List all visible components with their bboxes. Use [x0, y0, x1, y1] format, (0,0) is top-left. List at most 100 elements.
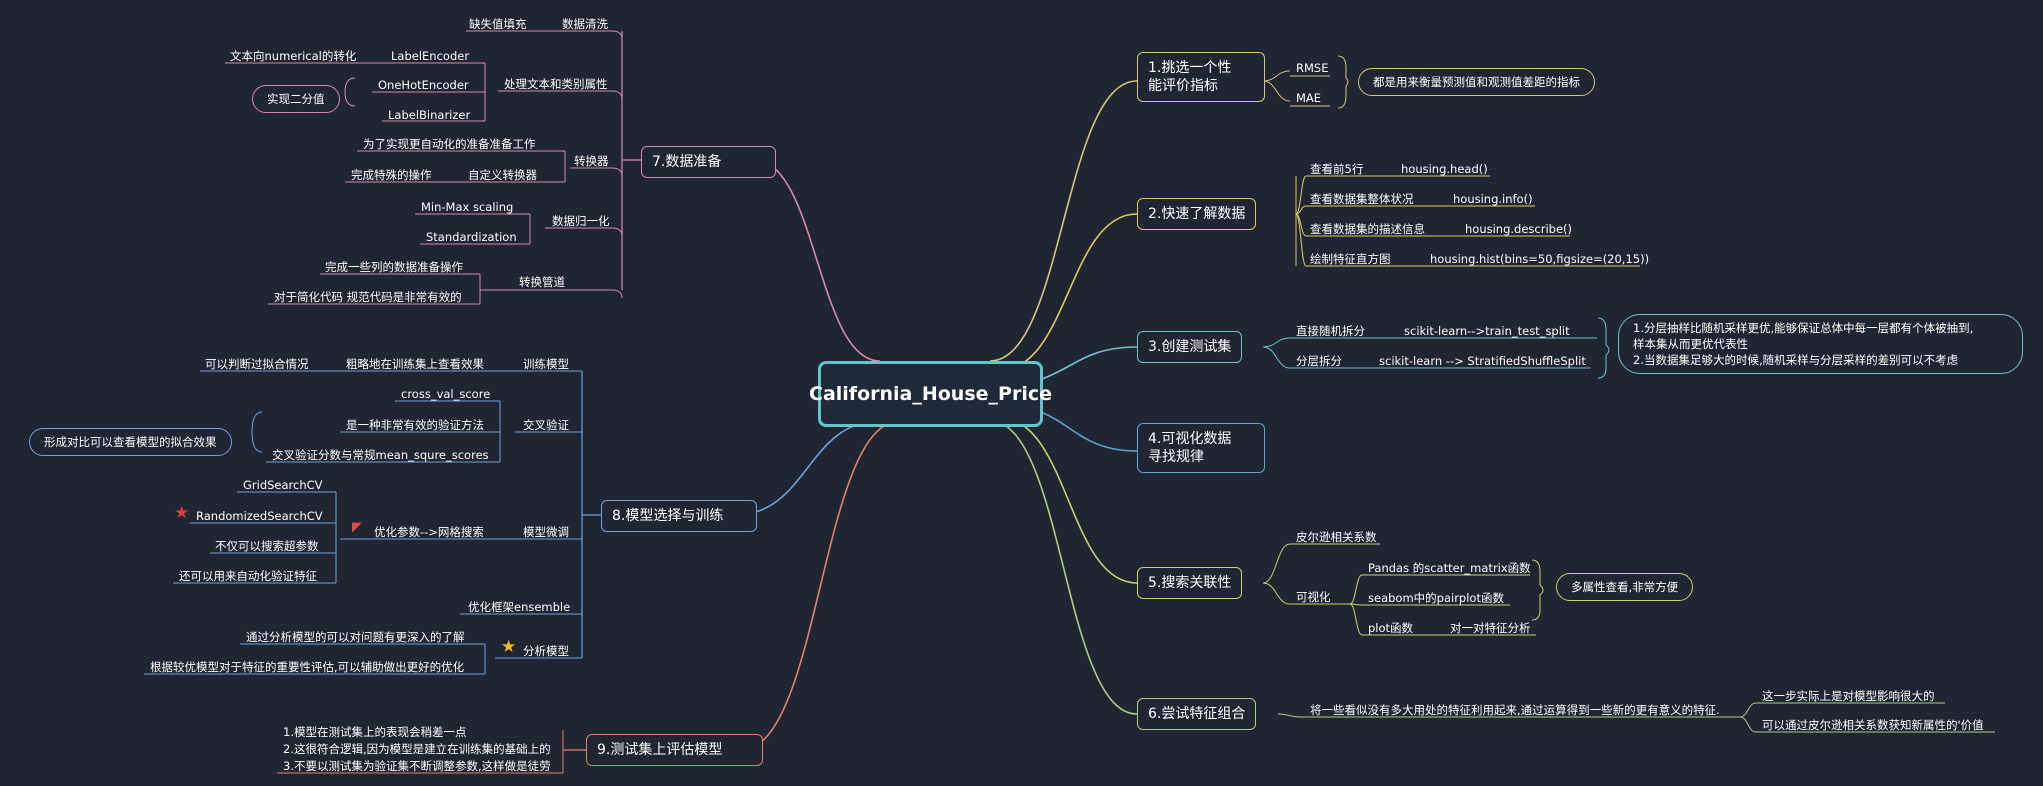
link: [1262, 80, 1291, 102]
group-pipeline[interactable]: 转换管道: [517, 274, 567, 290]
star-icon: ★: [501, 637, 517, 657]
item-plot-hist[interactable]: 绘制特征直方图: [1308, 251, 1393, 267]
item-plot-function[interactable]: plot函数: [1366, 620, 1415, 636]
topic-visualize-data[interactable]: 4.可视化数据 寻找规律: [1137, 423, 1265, 473]
item-effective-method[interactable]: 是一种非常有效的验证方法: [344, 417, 486, 433]
code-head[interactable]: housing.head(): [1399, 161, 1490, 177]
item-grid-search-cv[interactable]: GridSearchCV: [241, 477, 325, 493]
code-train-test-split[interactable]: scikit-learn-->train_test_split: [1402, 323, 1572, 339]
code-hist[interactable]: housing.hist(bins=50,figsize=(20,15)): [1428, 251, 1651, 267]
note-pearson-value[interactable]: 可以通过皮尔逊相关系数获知新属性的'价值: [1760, 717, 1986, 733]
link: [1295, 175, 1307, 215]
link: [1739, 702, 1757, 718]
item-hyperparam-search[interactable]: 不仅可以搜索超参数: [213, 538, 321, 554]
item-view-describe[interactable]: 查看数据集的描述信息: [1308, 221, 1427, 237]
item-rough-check[interactable]: 粗略地在训练集上查看效果: [344, 356, 486, 372]
item-pearson[interactable]: 皮尔逊相关系数: [1294, 529, 1379, 545]
item-custom-transformer[interactable]: 自定义转换器: [466, 167, 539, 183]
group-cross-validation[interactable]: 交叉验证: [521, 417, 571, 433]
item-visualize[interactable]: 可视化: [1294, 589, 1333, 605]
link: [1262, 70, 1291, 82]
note-multi-attribute[interactable]: 多属性查看,非常方便: [1556, 573, 1694, 601]
topic-data-preparation[interactable]: 7.数据准备: [641, 146, 776, 178]
item-missing-fill[interactable]: 缺失值填充: [467, 16, 529, 32]
item-pairplot[interactable]: seabom中的pairplot函数: [1366, 590, 1506, 606]
item-label-encoder[interactable]: LabelEncoder: [389, 48, 471, 64]
code-info[interactable]: housing.info(): [1451, 191, 1535, 207]
code-stratified[interactable]: scikit-learn --> StratifiedShuffleSplit: [1377, 353, 1588, 369]
item-min-max[interactable]: Min-Max scaling: [419, 199, 515, 215]
link: [1739, 716, 1757, 733]
flag-icon: ◤: [352, 520, 362, 535]
item-view-head[interactable]: 查看前5行: [1308, 161, 1365, 177]
group-transformer[interactable]: 转换器: [572, 153, 611, 169]
desc-label-encoder[interactable]: 文本向numerical的转化: [228, 48, 358, 64]
topic-create-test-set[interactable]: 3.创建测试集: [1137, 331, 1243, 363]
note-metric-description[interactable]: 都是用来衡量预测值和观测值差距的指标: [1358, 68, 1595, 96]
link: [1295, 213, 1307, 267]
item-stratified-split[interactable]: 分层拆分: [1294, 353, 1344, 369]
link-center-b6: [989, 420, 1138, 715]
item-label-binarizer[interactable]: LabelBinarizer: [386, 107, 472, 123]
note-binary-values[interactable]: 实现二分值: [252, 85, 340, 113]
item-pipeline-benefit[interactable]: 对于简化代码 规范代码是非常有效的: [272, 289, 464, 305]
link: [1262, 337, 1291, 348]
desc-custom-transformer[interactable]: 完成特殊的操作: [349, 167, 434, 183]
group-analyze-model[interactable]: 分析模型: [521, 643, 571, 659]
mindmap-canvas: California_House_Price 1.挑选一个性 能评价指标 RMS…: [0, 0, 2043, 786]
topic-test-evaluation[interactable]: 9.测试集上评估模型: [586, 734, 763, 766]
item-view-info[interactable]: 查看数据集整体状况: [1308, 191, 1416, 207]
group-train-model[interactable]: 训练模型: [521, 356, 571, 372]
link-center-b8: [734, 420, 881, 516]
item-pipeline-ops[interactable]: 完成一些列的数据准备操作: [323, 259, 465, 275]
item-test-note-2[interactable]: 2.这很符合逻辑,因为模型是建立在训练集的基础上的: [281, 741, 553, 757]
link: [1262, 346, 1291, 369]
item-cv-vs-mse[interactable]: 交叉验证分数与常规mean_squre_scores: [270, 447, 491, 463]
item-pair-analysis[interactable]: 对一对特征分析: [1448, 620, 1533, 636]
item-auto-prepare[interactable]: 为了实现更自动化的准备准备工作: [361, 136, 538, 152]
group-data-cleaning[interactable]: 数据清洗: [560, 16, 610, 32]
group-text-category[interactable]: 处理文本和类别属性: [502, 76, 610, 92]
item-cross-val-score[interactable]: cross_val_score: [399, 386, 492, 402]
item-onehot-encoder[interactable]: OneHotEncoder: [376, 77, 471, 93]
item-feature-importance[interactable]: 根据较优模型对于特征的重要性评估,可以辅助做出更好的优化: [148, 659, 466, 675]
desc-overfit[interactable]: 可以判断过拟合情况: [203, 356, 311, 372]
topic-line: 寻找规律: [1148, 449, 1204, 465]
item-auto-feature-validate[interactable]: 还可以用来自动化验证特征: [177, 568, 319, 584]
item-scatter-matrix[interactable]: Pandas 的scatter_matrix函数: [1366, 560, 1533, 576]
topic-line: 4.可视化数据: [1148, 431, 1232, 447]
topic-model-selection[interactable]: 8.模型选择与训练: [601, 500, 757, 532]
code-describe[interactable]: housing.describe(): [1463, 221, 1574, 237]
note-line: 1.分层抽样比随机采样更优,能够保证总体中每一层都有个体被抽到,: [1633, 321, 1974, 335]
item-test-note-3[interactable]: 3.不要以测试集为验证集不断调整参数,这样做是徒劳: [281, 758, 553, 774]
brace: [1337, 55, 1349, 109]
group-ensemble[interactable]: 优化框架ensemble: [466, 599, 572, 615]
topic-feature-combination[interactable]: 6.尝试特征组合: [1137, 698, 1257, 730]
item-deeper-understanding[interactable]: 通过分析模型的可以对问题有更深入的了解: [244, 629, 467, 645]
item-mae[interactable]: MAE: [1294, 90, 1323, 106]
note-model-impact[interactable]: 这一步实际上是对模型影响很大的: [1760, 688, 1937, 704]
item-test-note-1[interactable]: 1.模型在测试集上的表现会稍差一点: [281, 724, 468, 740]
link: [1277, 713, 1301, 718]
note-stratified-sampling[interactable]: 1.分层抽样比随机采样更优,能够保证总体中每一层都有个体被抽到, 样本集从而更优…: [1618, 314, 2023, 374]
group-fine-tune[interactable]: 模型微调: [521, 524, 571, 540]
item-randomized-search-cv[interactable]: RandomizedSearchCV: [194, 508, 325, 524]
item-standardization[interactable]: Standardization: [424, 229, 519, 245]
link: [1349, 574, 1363, 605]
central-topic[interactable]: California_House_Price: [809, 361, 1052, 427]
brace: [251, 411, 263, 453]
item-random-split[interactable]: 直接随机拆分: [1294, 323, 1367, 339]
link-center-b7: [753, 159, 881, 362]
topic-correlation[interactable]: 5.搜索关联性: [1137, 567, 1243, 599]
link-center-b2: [999, 213, 1138, 371]
topic-line: 1.挑选一个性: [1148, 60, 1232, 76]
topic-quick-look[interactable]: 2.快速了解数据: [1137, 198, 1257, 230]
item-feature-combination-desc[interactable]: 将一些看似没有多大用处的特征利用起来,通过运算得到一些新的更有意义的特征.: [1308, 702, 1722, 718]
connector-line: [611, 167, 623, 177]
link: [1262, 582, 1291, 605]
group-normalization[interactable]: 数据归一化: [550, 213, 612, 229]
item-grid-search[interactable]: 优化参数-->网格搜索: [372, 524, 486, 540]
topic-evaluation-metric[interactable]: 1.挑选一个性 能评价指标: [1137, 52, 1265, 102]
note-fit-compare[interactable]: 形成对比可以查看模型的拟合效果: [29, 428, 232, 456]
item-rmse[interactable]: RMSE: [1294, 60, 1330, 76]
